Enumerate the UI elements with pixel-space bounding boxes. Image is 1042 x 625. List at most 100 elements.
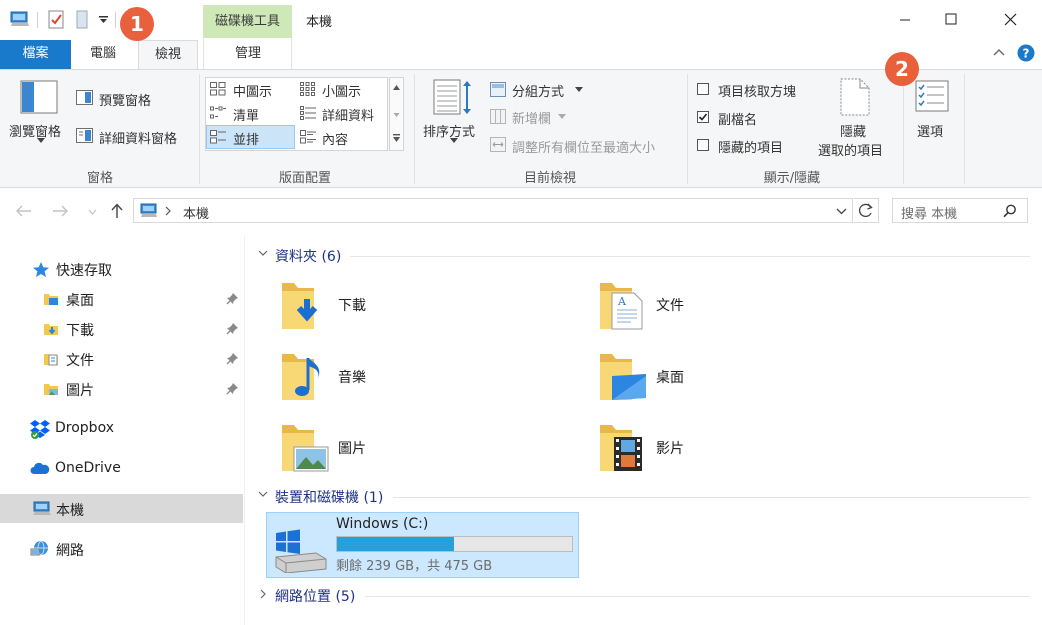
window-title: 本機 (306, 15, 333, 30)
add-columns-button[interactable]: 新增欄 (512, 108, 551, 127)
properties-icon[interactable] (48, 10, 66, 30)
nav-desktop[interactable]: 桌面 (66, 290, 94, 310)
nav-onedrive[interactable]: OneDrive (55, 460, 121, 476)
folder-downloads-label[interactable]: 下載 (338, 295, 366, 315)
group-header-rule (393, 497, 1030, 498)
pictures-folder-icon[interactable] (280, 421, 330, 473)
folder-videos-label[interactable]: 影片 (656, 438, 684, 458)
pin-icon[interactable] (226, 292, 239, 305)
preview-pane-button[interactable]: 預覽窗格 (99, 90, 151, 109)
tiles-icon (210, 130, 226, 144)
svg-text:?: ? (1023, 47, 1030, 61)
group-header-network[interactable]: 網路位置 (5) (275, 586, 355, 606)
pin-icon[interactable] (226, 322, 239, 335)
layout-list[interactable]: 清單 (233, 105, 259, 124)
hide-selected-icon (840, 78, 870, 116)
qat-dropdown-icon[interactable] (99, 16, 108, 24)
list-icon (210, 106, 226, 120)
group-header-devices[interactable]: 裝置和磁碟機 (1) (275, 487, 383, 507)
navigation-pane-button[interactable]: 瀏覽窗格 (9, 121, 61, 140)
nav-quick-access[interactable]: 快速存取 (56, 260, 112, 280)
callout-badge-1: 1 (120, 7, 154, 41)
preview-pane-icon (76, 90, 93, 105)
small-icons-icon (300, 82, 316, 96)
documents-folder-icon (43, 351, 59, 367)
folder-music-label[interactable]: 音樂 (338, 367, 366, 387)
layout-tiles[interactable]: 並排 (233, 129, 259, 148)
ribbon-separator (199, 74, 200, 184)
nav-this-pc[interactable]: 本機 (56, 500, 84, 520)
group-header-folders[interactable]: 資料夾 (6) (275, 246, 341, 266)
chevron-down-icon[interactable] (258, 491, 268, 498)
pin-icon[interactable] (226, 352, 239, 365)
tab-view[interactable]: 檢視 (138, 40, 198, 70)
callout-badge-2: 2 (885, 52, 919, 86)
pin-icon[interactable] (226, 382, 239, 395)
up-arrow-icon[interactable] (110, 203, 124, 219)
downloads-folder-icon[interactable] (280, 279, 328, 331)
breadcrumb-this-pc[interactable]: 本機 (183, 203, 209, 222)
nav-dropbox[interactable]: Dropbox (55, 420, 114, 436)
tab-file[interactable]: 檔案 (0, 40, 71, 69)
chevron-down-icon (37, 138, 45, 144)
medium-icons-icon (210, 82, 226, 96)
details-pane-button[interactable]: 詳細資料窗格 (99, 128, 177, 147)
layout-gallery-scroller[interactable] (389, 77, 404, 151)
layout-medium-icons[interactable]: 中圖示 (233, 81, 272, 100)
chevron-down-icon[interactable] (258, 250, 268, 257)
nav-pictures[interactable]: 圖片 (66, 380, 94, 400)
videos-folder-icon[interactable] (598, 421, 648, 473)
forward-arrow-icon[interactable] (52, 205, 68, 217)
recent-locations-icon[interactable] (88, 209, 97, 215)
folder-desktop-label[interactable]: 桌面 (656, 367, 684, 387)
file-extensions-checkbox[interactable] (697, 111, 709, 123)
layout-content[interactable]: 內容 (322, 129, 348, 148)
documents-folder-icon[interactable]: A (598, 279, 646, 331)
drive-usage-fill (337, 537, 454, 551)
hide-selected-label-1[interactable]: 隱藏 (840, 121, 866, 140)
details-icon (300, 106, 316, 120)
breadcrumb-chevron-icon[interactable] (165, 206, 172, 216)
options-button[interactable]: 選項 (917, 121, 943, 140)
folder-pictures-label[interactable]: 圖片 (338, 438, 366, 458)
search-input[interactable]: 搜尋 本機 (901, 203, 957, 222)
tab-computer[interactable]: 電腦 (76, 40, 130, 69)
help-icon[interactable]: ? (1017, 44, 1035, 62)
group-label-panes: 窗格 (86, 171, 113, 186)
tab-manage[interactable]: 管理 (212, 40, 284, 69)
collapse-ribbon-icon[interactable] (992, 47, 1006, 57)
chevron-right-icon[interactable] (260, 589, 267, 599)
folder-documents-label[interactable]: 文件 (656, 295, 684, 315)
nav-documents[interactable]: 文件 (66, 350, 94, 370)
drive-tools-context-tab: 磁碟機工具 (203, 5, 292, 38)
minimize-button[interactable] (882, 0, 928, 40)
computer-icon[interactable] (10, 10, 30, 28)
nav-network[interactable]: 網路 (56, 540, 84, 560)
ribbon-separator (687, 74, 688, 184)
search-icon[interactable] (1003, 204, 1017, 218)
address-dropdown-icon[interactable] (836, 208, 847, 215)
content-icon (300, 130, 316, 144)
music-folder-icon[interactable] (280, 350, 328, 402)
close-button[interactable] (988, 0, 1034, 40)
network-icon (30, 540, 50, 558)
maximize-button[interactable] (928, 0, 974, 40)
back-arrow-icon[interactable] (16, 205, 32, 217)
sort-by-button[interactable]: 排序方式 (423, 121, 475, 140)
address-bar[interactable] (133, 198, 853, 223)
refresh-button[interactable] (854, 198, 879, 223)
ribbon-separator (903, 74, 904, 184)
hide-selected-label-2[interactable]: 選取的項目 (818, 140, 883, 159)
group-by-icon (490, 82, 506, 97)
desktop-folder-icon[interactable] (598, 350, 648, 402)
layout-small-icons[interactable]: 小圖示 (322, 81, 361, 100)
item-checkboxes-checkbox[interactable] (697, 83, 709, 95)
size-all-columns-button[interactable]: 調整所有欄位至最適大小 (512, 137, 655, 156)
hidden-items-checkbox[interactable] (697, 139, 709, 151)
layout-details[interactable]: 詳細資料 (322, 105, 374, 124)
new-folder-icon[interactable] (74, 10, 90, 30)
group-by-button[interactable]: 分組方式 (512, 81, 564, 100)
computer-icon (32, 501, 52, 517)
size-columns-icon (490, 137, 506, 152)
nav-downloads[interactable]: 下載 (66, 320, 94, 340)
